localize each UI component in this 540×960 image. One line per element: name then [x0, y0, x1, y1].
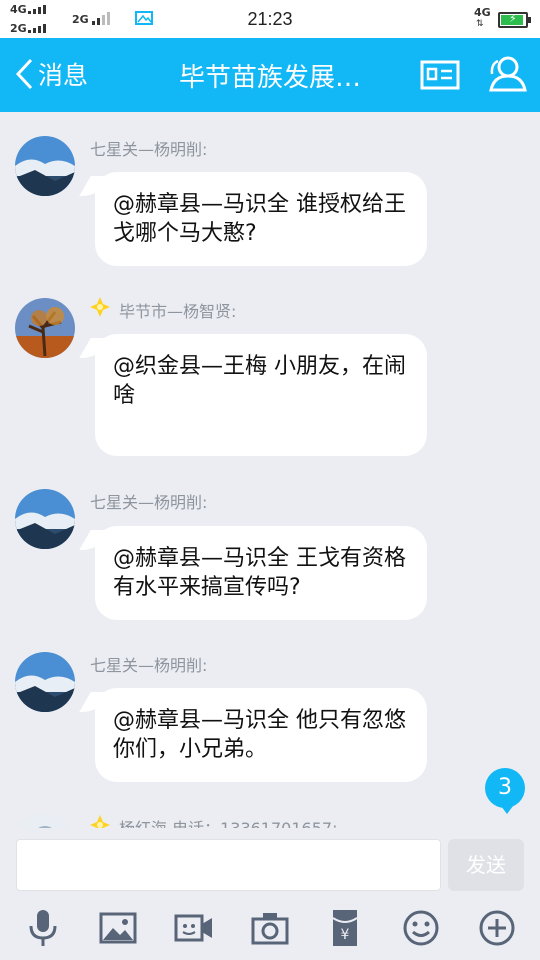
send-button[interactable]: 发送: [448, 839, 524, 891]
emoji-icon[interactable]: [401, 908, 441, 948]
avatar-image: [15, 652, 75, 712]
back-label: 消息: [38, 61, 89, 90]
network-type-right: 4G: [474, 6, 491, 19]
avatar-image: [15, 489, 75, 549]
chevron-left-icon: [15, 58, 33, 90]
back-button[interactable]: 消息: [14, 56, 88, 92]
sender-name: 七星关—杨明削:: [90, 140, 208, 159]
sender-name: 毕节市—杨智贤:: [119, 302, 237, 321]
message-bubble[interactable]: @赫章县—马识全 王戈有资格有水平来搞宣传吗?: [95, 526, 427, 620]
message-input[interactable]: [16, 839, 441, 891]
message-bubble[interactable]: @织金县—王梅 小朋友，在闹啥: [95, 334, 427, 456]
red-packet-icon[interactable]: ¥: [325, 908, 365, 948]
sender-name: 杨红海 电话：13361701657:: [119, 815, 337, 828]
message-bubble[interactable]: @赫章县—马识全 谁授权给王戈哪个马大憨?: [95, 172, 427, 266]
badge-icon: [90, 815, 110, 828]
message-bubble[interactable]: @赫章县—马识全 他只有忽悠你们，小兄弟。: [95, 688, 427, 782]
avatar[interactable]: [15, 814, 75, 828]
sender-name: 七星关—杨明削:: [90, 656, 208, 675]
avatar-image: [15, 298, 75, 358]
badge-icon: [90, 297, 110, 317]
avatar[interactable]: [15, 298, 75, 358]
status-bar: 4G 2G 2G 21:23 4G ⇅ ⚡: [0, 0, 540, 38]
camera-icon[interactable]: [250, 908, 290, 948]
avatar-image: [15, 136, 75, 196]
avatar-image: [15, 814, 75, 828]
battery-icon: ⚡: [498, 12, 531, 28]
avatar[interactable]: [15, 136, 75, 196]
avatar[interactable]: [15, 489, 75, 549]
clock: 21:23: [247, 9, 293, 29]
svg-text:¥: ¥: [341, 927, 350, 943]
plus-icon[interactable]: [477, 908, 517, 948]
video-icon[interactable]: [174, 908, 214, 948]
title-bar: 消息 毕节苗族发展…: [0, 38, 540, 112]
message-list[interactable]: 七星关—杨明削: @赫章县—马识全 谁授权给王戈哪个马大憨? 毕节市—杨智贤: …: [0, 112, 540, 828]
avatar[interactable]: [15, 652, 75, 712]
group-card-icon[interactable]: [420, 60, 460, 90]
image-icon[interactable]: [98, 908, 138, 948]
sender-name: 七星关—杨明削:: [90, 493, 208, 512]
microphone-icon[interactable]: [23, 908, 63, 948]
unread-count-badge[interactable]: 3: [485, 768, 525, 814]
group-members-icon[interactable]: [486, 54, 528, 94]
composer-bar: 发送 ¥: [0, 828, 540, 960]
chat-title: 毕节苗族发展…: [178, 63, 361, 93]
data-arrows-icon: ⇅: [476, 19, 484, 29]
